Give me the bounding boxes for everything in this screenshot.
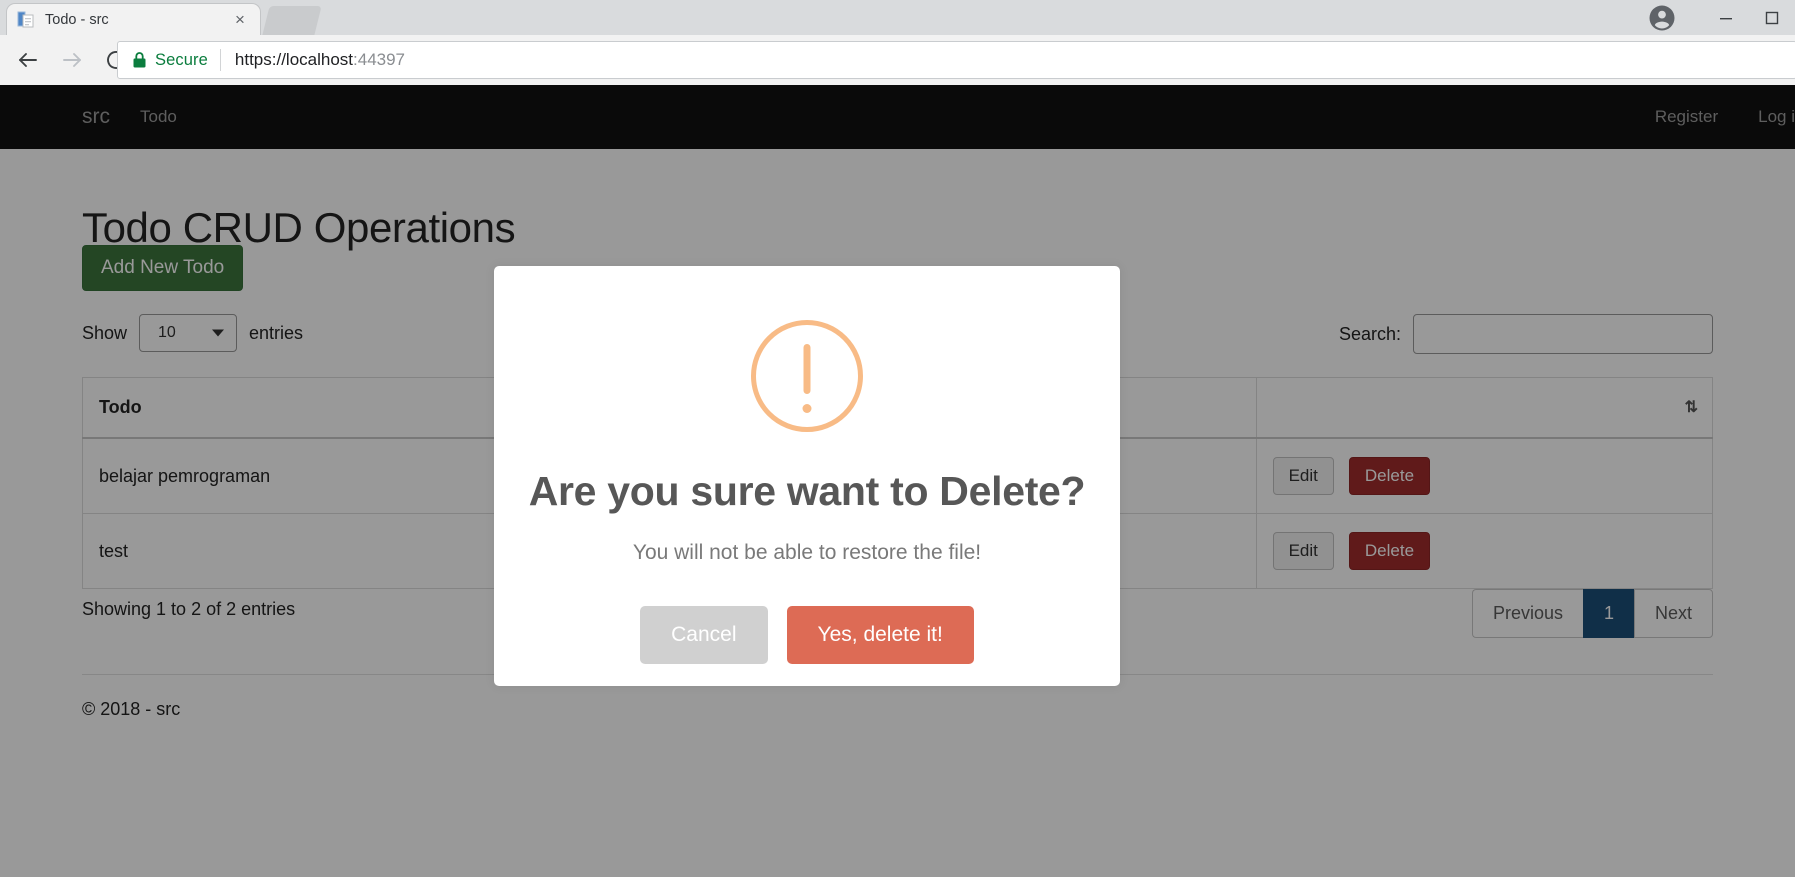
close-icon[interactable]: × bbox=[230, 10, 250, 30]
confirm-delete-dialog: Are you sure want to Delete? You will no… bbox=[494, 266, 1120, 686]
window-controls bbox=[1703, 0, 1795, 35]
url-text: https://localhost:44397 bbox=[235, 50, 405, 70]
confirm-delete-button[interactable]: Yes, delete it! bbox=[786, 606, 974, 664]
dialog-title: Are you sure want to Delete? bbox=[528, 468, 1086, 514]
minimize-icon[interactable] bbox=[1703, 0, 1749, 35]
browser-tabstrip: Todo - src × bbox=[0, 0, 1795, 35]
browser-chrome: Todo - src × Secure https://localhost:44… bbox=[0, 0, 1795, 85]
dialog-actions: Cancel Yes, delete it! bbox=[494, 606, 1120, 664]
warning-bang-body bbox=[803, 344, 811, 394]
url-port: :44397 bbox=[353, 50, 406, 69]
cancel-button[interactable]: Cancel bbox=[640, 606, 768, 664]
secure-label: Secure bbox=[155, 50, 208, 69]
warning-bang-dot bbox=[802, 404, 812, 413]
dialog-message: You will not be able to restore the file… bbox=[632, 541, 982, 564]
account-circle-icon[interactable] bbox=[1647, 3, 1677, 33]
page-icon bbox=[17, 11, 35, 29]
back-icon[interactable] bbox=[8, 40, 48, 80]
new-tab-ghost-icon[interactable] bbox=[262, 6, 322, 35]
browser-tab-title: Todo - src bbox=[45, 11, 109, 28]
omnibox[interactable]: Secure https://localhost:44397 bbox=[117, 41, 1795, 79]
omnibox-divider bbox=[219, 49, 221, 71]
lock-icon bbox=[132, 51, 147, 69]
maximize-icon[interactable] bbox=[1749, 0, 1795, 35]
warning-exclamation-icon bbox=[751, 320, 863, 432]
url-host: https://localhost bbox=[234, 50, 354, 69]
forward-icon[interactable] bbox=[52, 40, 92, 80]
browser-tab[interactable]: Todo - src × bbox=[6, 3, 261, 35]
browser-toolbar: Secure https://localhost:44397 bbox=[0, 35, 1795, 85]
